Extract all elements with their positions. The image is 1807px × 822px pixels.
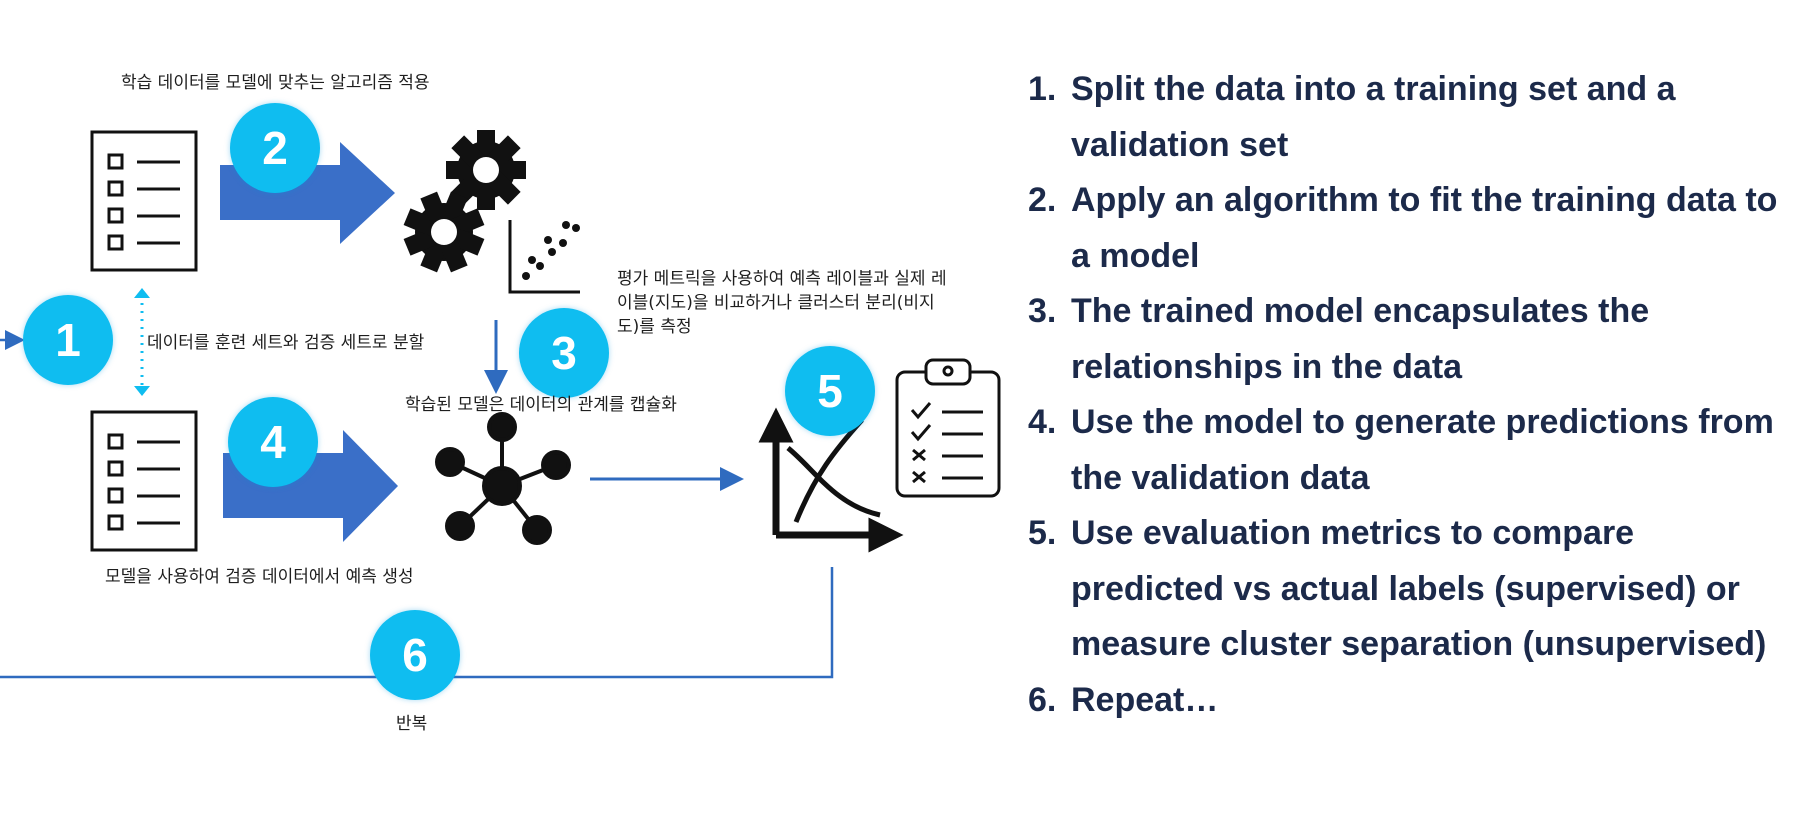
step-text: Apply an algorithm to fit the training d… xyxy=(1071,181,1778,275)
step-item: 1. Split the data into a training set and… xyxy=(1028,62,1788,173)
step-text: Repeat… xyxy=(1071,680,1219,719)
step-text: Use the model to generate predictions fr… xyxy=(1071,403,1774,497)
split-connector-arrow-up xyxy=(134,288,150,298)
step-3-badge: 3 xyxy=(519,308,609,398)
step-5-badge: 5 xyxy=(785,346,875,436)
encapsulate-label: 학습된 모델은 데이터의 관계를 캡슐화 xyxy=(405,395,677,415)
step-2-badge: 2 xyxy=(230,103,320,193)
step-number: 4. xyxy=(1028,403,1057,441)
steps-list: 1. Split the data into a training set and… xyxy=(1028,62,1788,728)
validation-doc-icon xyxy=(90,410,198,552)
scatter-plot-icon xyxy=(508,220,580,294)
step-item: 6. Repeat… xyxy=(1028,673,1788,729)
step-text: Split the data into a training set and a… xyxy=(1071,70,1676,164)
step-number: 2. xyxy=(1028,181,1057,219)
step-item: 4. Use the model to generate predictions … xyxy=(1028,395,1788,506)
step-number: 5. xyxy=(1028,514,1057,552)
step-number: 1. xyxy=(1028,70,1057,108)
split-label: 데이터를 훈련 세트와 검증 세트로 분할 xyxy=(147,333,425,353)
evaluate-label: 평가 메트릭을 사용하여 예측 레이블과 실제 레이블(지도)을 비교하거나 클… xyxy=(617,269,947,337)
step-text: Use evaluation metrics to compare predic… xyxy=(1071,514,1767,663)
evaluation-chart-icon xyxy=(758,407,904,553)
step-6-badge: 6 xyxy=(370,610,460,700)
step-item: 2. Apply an algorithm to fit the training… xyxy=(1028,173,1788,284)
training-doc-icon xyxy=(90,130,198,272)
step-1-badge: 1 xyxy=(23,295,113,385)
predict-label: 모델을 사용하여 검증 데이터에서 예측 생성 xyxy=(105,567,414,587)
ml-workflow-slide: 1 2 3 4 5 6 학습 데이터를 모델에 맞추는 알고리즘 적용 데이터를… xyxy=(0,0,1807,822)
split-connector-arrow-down xyxy=(134,386,150,396)
step-item: 3. The trained model encapsulates the rel… xyxy=(1028,284,1788,395)
clipboard-icon xyxy=(895,358,1001,498)
step-number: 3. xyxy=(1028,292,1057,330)
step-4-badge: 4 xyxy=(228,397,318,487)
gears-icon xyxy=(403,130,526,273)
repeat-label: 반복 xyxy=(396,714,428,734)
step-item: 5. Use evaluation metrics to compare pred… xyxy=(1028,506,1788,673)
step-text: The trained model encapsulates the relat… xyxy=(1071,292,1650,386)
model-network-icon xyxy=(435,412,571,545)
step-number: 6. xyxy=(1028,680,1057,719)
fit-label: 학습 데이터를 모델에 맞추는 알고리즘 적용 xyxy=(121,73,430,93)
